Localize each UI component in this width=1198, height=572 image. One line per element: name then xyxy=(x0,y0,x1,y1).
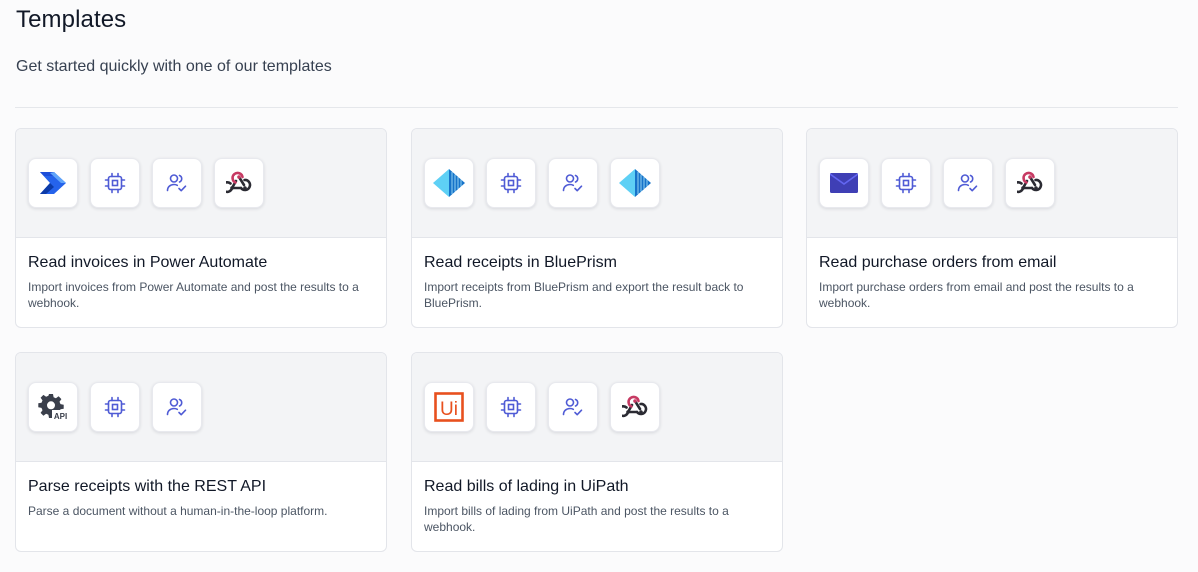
card-icon-row: Ui xyxy=(412,353,782,462)
processor-chip-icon xyxy=(881,158,931,208)
card-body: Parse receipts with the REST API Parse a… xyxy=(16,462,386,519)
card-icon-row: API xyxy=(16,353,386,462)
card-description: Import receipts from BluePrism and expor… xyxy=(424,280,744,310)
templates-page: Templates Get started quickly with one o… xyxy=(0,0,1198,572)
users-check-icon xyxy=(152,382,202,432)
processor-chip-icon xyxy=(486,158,536,208)
card-description: Parse a document without a human-in-the-… xyxy=(28,504,328,518)
template-card-blueprism[interactable]: Read receipts in BluePrism Import receip… xyxy=(411,128,783,328)
webhook-icon xyxy=(1005,158,1055,208)
uipath-icon-label: Ui xyxy=(440,399,458,420)
card-body: Read receipts in BluePrism Import receip… xyxy=(412,238,782,311)
card-title: Parse receipts with the REST API xyxy=(28,478,267,495)
template-card-power-automate[interactable]: Read invoices in Power Automate Import i… xyxy=(15,128,387,328)
card-title: Read purchase orders from email xyxy=(819,254,1057,271)
card-body: Read invoices in Power Automate Import i… xyxy=(16,238,386,311)
card-title: Read invoices in Power Automate xyxy=(28,254,268,271)
power-automate-icon xyxy=(28,158,78,208)
template-card-rest-api[interactable]: API Parse receipts with the REST API Par… xyxy=(15,352,387,552)
page-subtitle: Get started quickly with one of our temp… xyxy=(16,58,332,75)
card-body: Read purchase orders from email Import p… xyxy=(807,238,1177,311)
divider xyxy=(15,107,1178,108)
processor-chip-icon xyxy=(486,382,536,432)
card-icon-row xyxy=(412,129,782,238)
api-gear-icon: API xyxy=(28,382,78,432)
card-icon-row xyxy=(16,129,386,238)
card-title: Read receipts in BluePrism xyxy=(424,254,617,271)
users-check-icon xyxy=(548,382,598,432)
webhook-icon xyxy=(610,382,660,432)
webhook-icon xyxy=(214,158,264,208)
uipath-icon: Ui xyxy=(424,382,474,432)
template-card-uipath[interactable]: Ui Read bills of lading in UiPath Import… xyxy=(411,352,783,552)
processor-chip-icon xyxy=(90,382,140,432)
page-title: Templates xyxy=(16,6,127,33)
card-description: Import invoices from Power Automate and … xyxy=(28,280,359,310)
blueprism-icon xyxy=(610,158,660,208)
api-icon-label: API xyxy=(54,412,67,421)
card-title: Read bills of lading in UiPath xyxy=(424,478,629,495)
card-body: Read bills of lading in UiPath Import bi… xyxy=(412,462,782,535)
blueprism-icon xyxy=(424,158,474,208)
template-card-email[interactable]: Read purchase orders from email Import p… xyxy=(806,128,1178,328)
email-envelope-icon xyxy=(819,158,869,208)
users-check-icon xyxy=(548,158,598,208)
card-description: Import purchase orders from email and po… xyxy=(819,280,1134,310)
processor-chip-icon xyxy=(90,158,140,208)
card-description: Import bills of lading from UiPath and p… xyxy=(424,504,729,534)
card-icon-row xyxy=(807,129,1177,238)
users-check-icon xyxy=(152,158,202,208)
users-check-icon xyxy=(943,158,993,208)
